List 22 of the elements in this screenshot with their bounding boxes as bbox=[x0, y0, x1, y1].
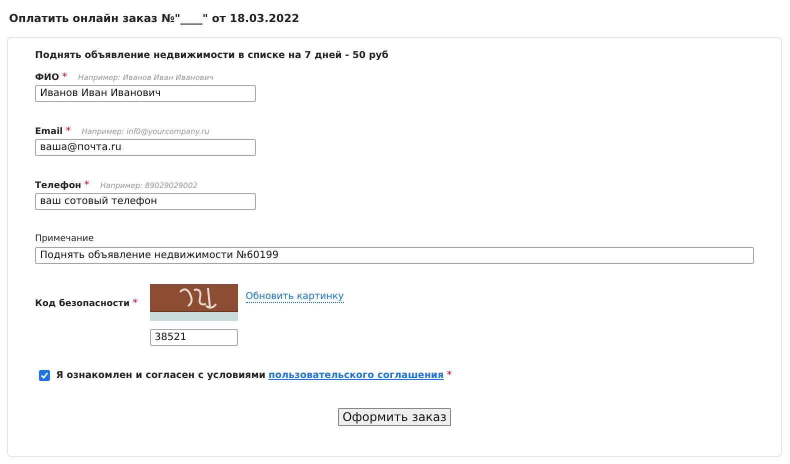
captcha-input[interactable]: 38521 bbox=[150, 329, 238, 346]
agreement-link[interactable]: пользовательского соглашения bbox=[268, 370, 444, 381]
field-label: Примечание bbox=[35, 234, 94, 244]
input-field[interactable]: Поднять объявление недвижимости №60199 bbox=[35, 247, 754, 264]
field-label: Код безопасности bbox=[35, 299, 130, 309]
required-mark: * bbox=[66, 126, 71, 137]
required-mark: * bbox=[132, 298, 138, 309]
field-label: ФИО bbox=[35, 73, 60, 83]
submit-button[interactable]: Оформить заказ bbox=[338, 408, 451, 426]
required-mark: * bbox=[84, 180, 90, 191]
input-field[interactable]: ваш сотовый телефон bbox=[35, 193, 256, 210]
field-label: Email bbox=[35, 127, 63, 137]
required-mark: * bbox=[62, 72, 68, 83]
refresh-image-link[interactable]: Обновить картинку bbox=[246, 290, 344, 302]
agreement-text: Я ознакомлен и согласен с условиями bbox=[56, 370, 266, 381]
input-field[interactable]: Иванов Иван Иванович bbox=[35, 85, 256, 102]
agreement-checkbox[interactable] bbox=[39, 370, 50, 381]
service-description: Поднять объявление недвижимости в списке на 7 дней - 50 руб bbox=[35, 50, 390, 61]
input-field[interactable]: ваша@почта.ru bbox=[35, 139, 256, 156]
required-mark: * bbox=[446, 370, 452, 381]
field-label: Телефон bbox=[35, 181, 82, 191]
page-title: Оплатить онлайн заказ №"____" от 18.03.2022 bbox=[9, 12, 300, 27]
